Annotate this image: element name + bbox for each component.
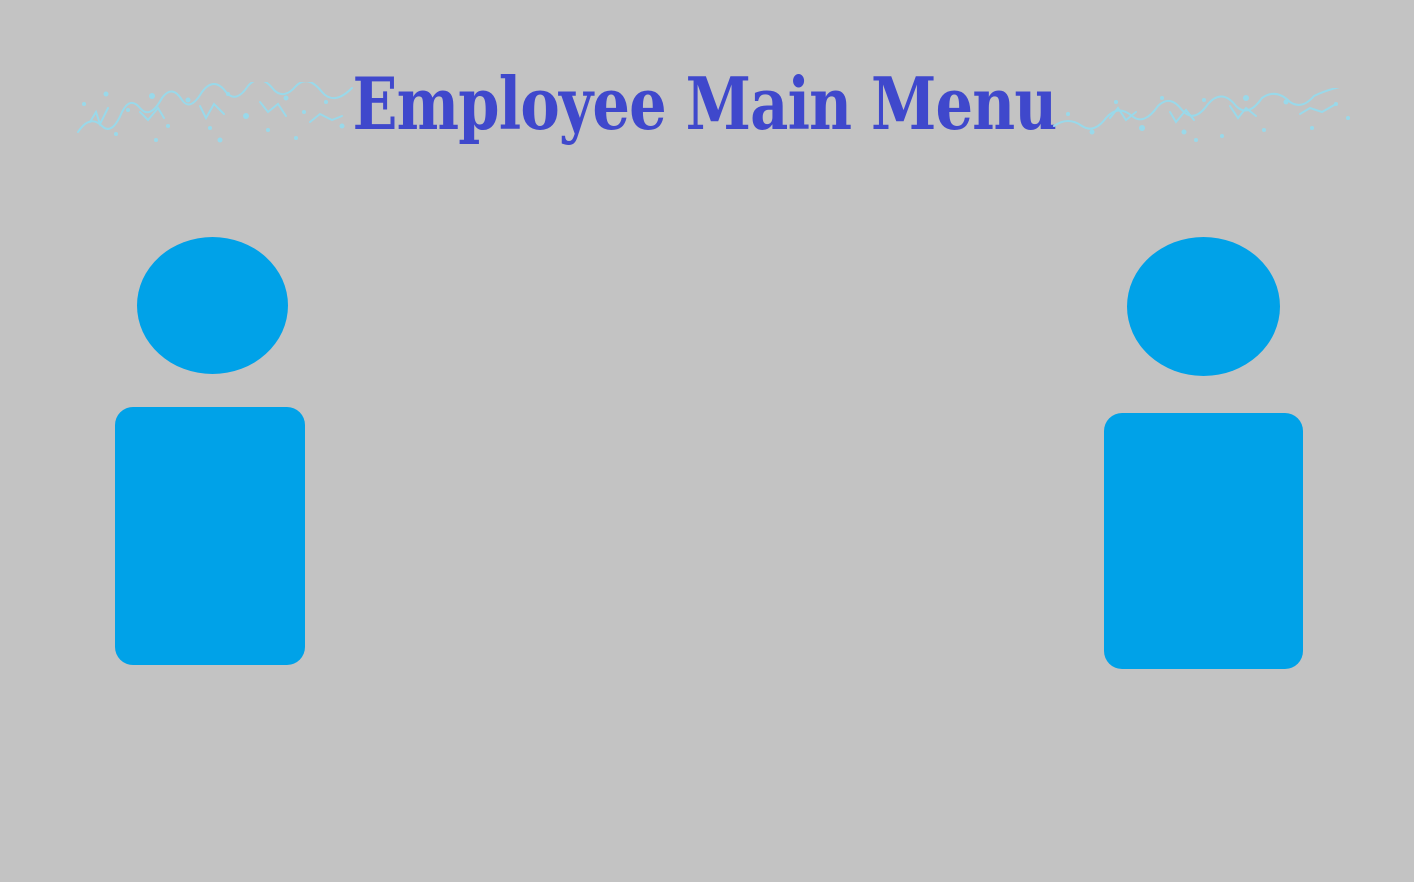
employee-main-menu-window: Employee Main Menu: [0, 0, 1414, 882]
person-icon-head: [1127, 237, 1280, 376]
person-icon-body: [115, 407, 305, 665]
person-icon-head: [137, 237, 288, 374]
sparkle-decoration-right: [1053, 88, 1350, 142]
person-icon-body: [1104, 413, 1303, 669]
employee-menu-button-left[interactable]: [115, 237, 305, 665]
employee-menu-button-right[interactable]: [1104, 237, 1303, 669]
